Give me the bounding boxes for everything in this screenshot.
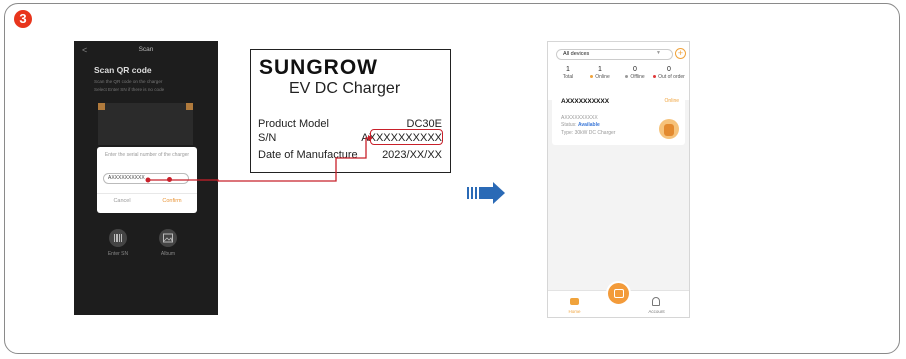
tab-home[interactable]: Home: [562, 309, 587, 314]
offline-dot-icon: [625, 75, 629, 79]
device-name: AXXXXXXXXXX: [561, 98, 610, 105]
tab-account[interactable]: Account: [644, 309, 669, 314]
stat-label: Offline: [618, 74, 652, 80]
stat-value: 0: [667, 66, 671, 73]
stat-total: 1 Total: [551, 66, 585, 80]
out-of-order-dot-icon: [653, 75, 657, 79]
chevron-down-icon: ▼: [656, 50, 661, 56]
charger-icon: [614, 289, 624, 298]
device-status: Status: Available: [561, 122, 600, 128]
device-serial: AXXXXXXXXXX: [561, 115, 598, 121]
home-icon[interactable]: [570, 298, 579, 305]
stat-label: Out of order: [652, 74, 686, 80]
status-badge: Online: [664, 98, 679, 104]
device-type: Type: 30kW DC Charger: [561, 130, 616, 136]
online-dot-icon: [590, 75, 594, 79]
charger-icon: [659, 119, 679, 139]
stat-label: Online: [583, 74, 617, 80]
stat-label: Total: [562, 74, 574, 80]
account-icon[interactable]: [652, 297, 660, 306]
stat-value: 1: [566, 66, 570, 73]
stat-value: 1: [598, 66, 602, 73]
stat-out-of-order: 0 Out of order: [652, 66, 686, 80]
plus-icon[interactable]: +: [675, 48, 686, 59]
devices-screen: All devices ▼ + 1 Total 1 Online 0 Offli…: [547, 41, 690, 318]
connector-line: [145, 135, 373, 183]
stat-offline: 0 Offline: [618, 66, 652, 80]
tab-bar: Home Account: [548, 281, 689, 317]
stat-value: 0: [633, 66, 637, 73]
stat-online: 1 Online: [583, 66, 617, 80]
next-arrow-icon: [467, 182, 505, 204]
device-card[interactable]: AXXXXXXXXXX Online AXXXXXXXXXX Status: A…: [552, 91, 685, 145]
charge-button[interactable]: [606, 281, 631, 306]
